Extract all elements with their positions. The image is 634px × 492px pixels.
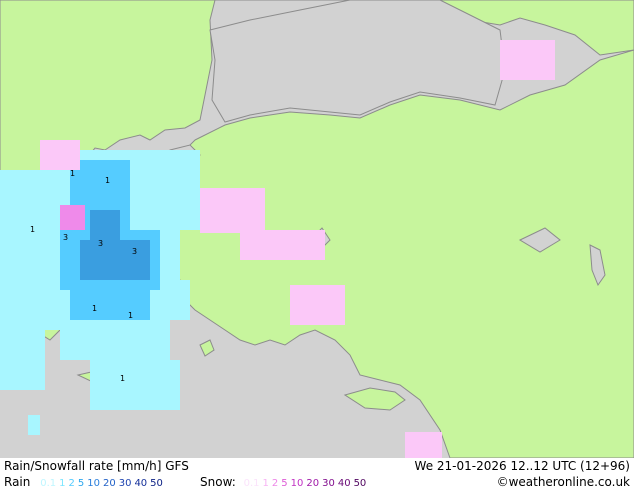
snow-cell xyxy=(60,205,85,230)
cell-value-label: 1 xyxy=(92,304,97,313)
rain-cell xyxy=(28,415,40,435)
rain-cell xyxy=(80,240,150,280)
map-title: Rain/Snowfall rate [mm/h] GFS xyxy=(4,459,189,473)
rain-cell xyxy=(90,360,180,410)
cell-value-label: 1 xyxy=(30,225,35,234)
cell-value-label: 3 xyxy=(132,247,137,256)
cell-value-label: 3 xyxy=(98,239,103,248)
cell-value-label: 1 xyxy=(120,374,125,383)
snow-cell xyxy=(40,140,80,170)
cell-value-label: 3 xyxy=(63,233,68,242)
rain-legend: Rain 0.1 1 2 5 10 20 30 40 50 xyxy=(4,474,163,492)
footer-title-row: Rain/Snowfall rate [mm/h] GFS We 21-01-2… xyxy=(0,458,634,474)
snow-cell xyxy=(500,40,555,80)
snow-cell xyxy=(405,432,442,458)
rain-cell xyxy=(70,290,150,320)
rain-scale: 0.1 1 2 5 10 20 30 40 50 xyxy=(40,475,163,489)
snow-legend: Snow: 0.1 1 2 5 10 20 30 40 50 xyxy=(200,474,366,492)
cell-value-label: 1 xyxy=(128,311,133,320)
rain-cell xyxy=(0,330,45,390)
snow-cell xyxy=(200,188,265,233)
cell-value-label: 1 xyxy=(105,176,110,185)
precipitation-map: 1 1 1 3 3 3 1 1 1 xyxy=(0,0,634,458)
footer-legend-row: Rain 0.1 1 2 5 10 20 30 40 50 Snow: 0.1 1 2 5 10 20 30… xyxy=(0,474,634,490)
rain-cell xyxy=(0,170,60,330)
rain-label: Rain xyxy=(4,475,31,489)
credit-text: ©weatheronline.co.uk xyxy=(496,475,630,489)
snow-scale: 0.1 1 2 5 10 20 30 40 50 xyxy=(244,475,367,489)
cell-value-label: 1 xyxy=(70,169,75,178)
snow-mid-cells xyxy=(60,205,85,230)
snow-cell xyxy=(240,230,325,260)
snow-label: Snow: xyxy=(200,475,236,489)
rain-cell xyxy=(90,210,120,240)
snow-cell xyxy=(290,285,345,325)
valid-datetime: We 21-01-2026 12..12 UTC (12+96) xyxy=(414,459,630,473)
